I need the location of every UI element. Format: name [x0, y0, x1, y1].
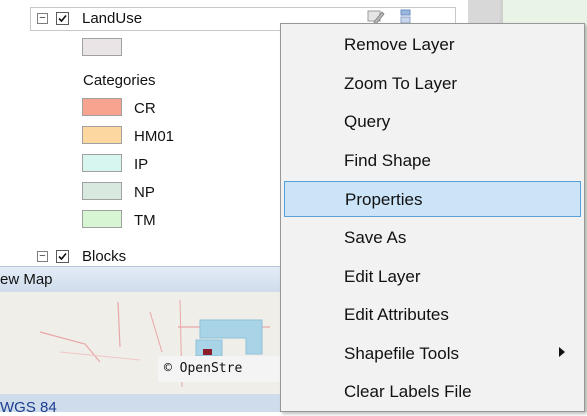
layer-name: LandUse	[82, 10, 143, 27]
menu-item-label: Zoom To Layer	[344, 73, 458, 93]
menu-item-clear-labels-file[interactable]: Clear Labels File	[284, 374, 581, 410]
map-attribution: © OpenStre	[158, 356, 280, 382]
menu-item-save-as[interactable]: Save As	[284, 220, 581, 256]
menu-item-zoom-to-layer[interactable]: Zoom To Layer	[284, 66, 581, 102]
category-label: CR	[134, 100, 156, 117]
category-label: IP	[134, 156, 149, 173]
menu-item-label: Save As	[344, 228, 407, 247]
menu-item-label: Clear Labels File	[344, 382, 472, 402]
layer-name: Blocks	[82, 248, 127, 265]
category-swatch[interactable]	[82, 98, 122, 116]
default-symbol-swatch[interactable]	[82, 38, 122, 56]
menu-item-remove-layer[interactable]: Remove Layer	[284, 27, 581, 63]
layer-visibility-checkbox[interactable]	[56, 250, 69, 263]
category-swatch[interactable]	[82, 126, 122, 144]
menu-item-label: Remove Layer	[344, 35, 455, 54]
menu-item-edit-attributes[interactable]: Edit Attributes	[284, 297, 581, 333]
menu-item-find-shape[interactable]: Find Shape	[284, 143, 581, 179]
layer-context-menu: Remove Layer Zoom To Layer Query Find Shape…	[280, 23, 585, 412]
submenu-arrow-icon	[559, 346, 565, 357]
categories-heading: Categories	[83, 72, 156, 89]
menu-item-label: Properties	[345, 190, 423, 210]
menu-item-query[interactable]: Query	[284, 104, 581, 140]
checkmark-icon	[58, 252, 67, 261]
category-swatch[interactable]	[82, 154, 122, 172]
menu-item-shapefile-tools[interactable]: Shapefile Tools	[284, 336, 581, 372]
category-swatch[interactable]	[82, 182, 122, 200]
category-label: TM	[134, 212, 156, 229]
menu-item-label: Find Shape	[344, 150, 431, 170]
menu-item-properties[interactable]: Properties	[284, 181, 581, 218]
checkmark-icon	[58, 14, 67, 23]
crs-label: WGS 84	[0, 399, 57, 416]
menu-item-edit-layer[interactable]: Edit Layer	[284, 259, 581, 295]
menu-item-label: Query	[344, 112, 391, 132]
layer-row-blocks[interactable]: Blocks	[82, 248, 126, 266]
overview-map-title: ew Map	[0, 271, 53, 288]
menu-item-label: Edit Layer	[344, 266, 421, 286]
collapse-icon[interactable]: −	[37, 251, 48, 262]
layer-visibility-checkbox[interactable]	[56, 12, 69, 25]
category-label: HM01	[134, 128, 175, 145]
menu-item-label: Shapefile Tools	[344, 343, 459, 363]
category-swatch[interactable]	[82, 210, 122, 228]
menu-item-label: Edit Attributes	[344, 305, 449, 325]
collapse-icon[interactable]: −	[37, 13, 48, 24]
category-label: NP	[134, 184, 155, 201]
